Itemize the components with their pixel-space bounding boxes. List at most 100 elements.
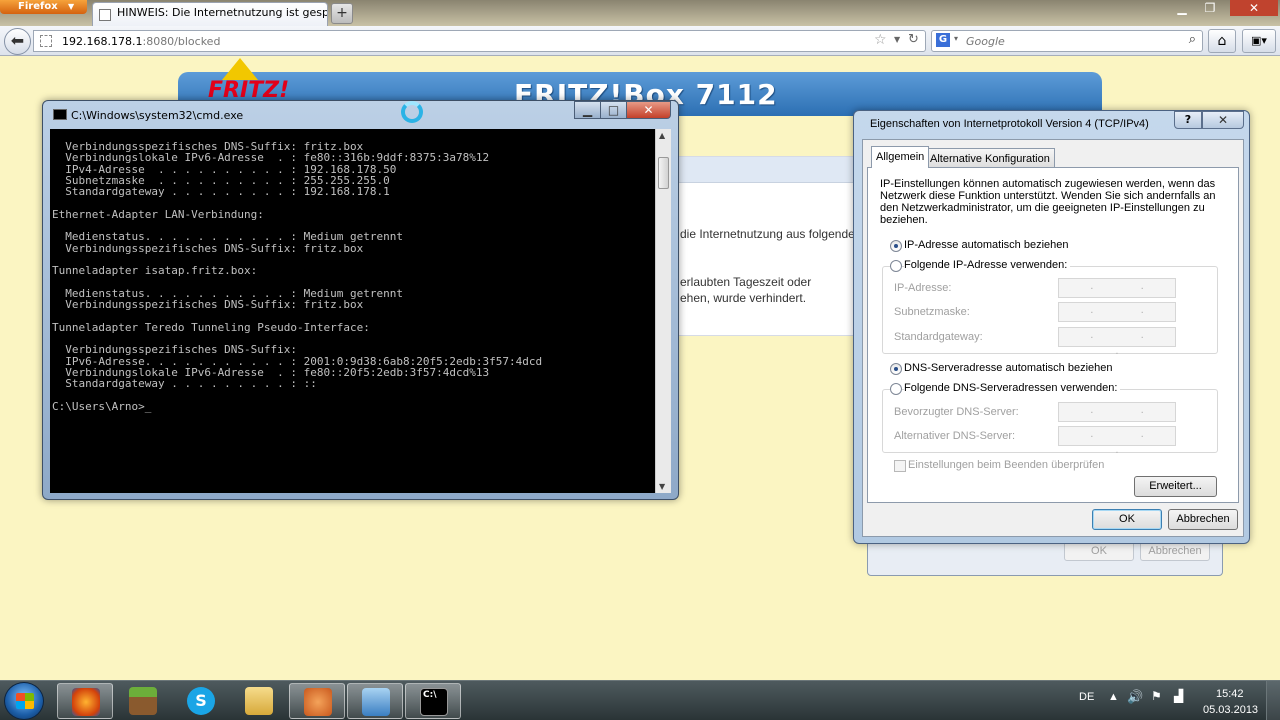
bookmarks-icon: ▣▾ xyxy=(1251,34,1267,47)
content-text-line3: ehen, wurde verhindert. xyxy=(680,291,807,305)
tab-allgemein[interactable]: Allgemein xyxy=(871,146,930,168)
explorer-icon xyxy=(245,687,273,715)
parent-cancel-button: Abbrechen xyxy=(1140,541,1210,561)
fritz-logo-triangle xyxy=(222,58,258,80)
gateway-label: Standardgateway: xyxy=(894,331,983,343)
taskbar-firefox[interactable] xyxy=(57,683,113,719)
dialog-title: Eigenschaften von Internetprotokoll Vers… xyxy=(870,118,1149,130)
scroll-thumb[interactable] xyxy=(658,157,669,189)
clock-time[interactable]: 15:42 xyxy=(1216,688,1244,700)
volume-icon[interactable]: 🔊 xyxy=(1127,689,1143,705)
cmd-maximize-button[interactable]: □ xyxy=(600,101,627,119)
history-dropdown-icon[interactable]: ▼ xyxy=(894,35,900,44)
ipv4-properties-dialog[interactable]: Eigenschaften von Internetprotokoll Vers… xyxy=(853,110,1250,544)
restore-icon[interactable]: ❐ xyxy=(1196,0,1224,16)
tab-title: HINWEIS: Die Internetnutzung ist gesperr… xyxy=(117,6,328,19)
close-icon: ✕ xyxy=(1217,113,1229,127)
close-icon[interactable]: ✕ xyxy=(1230,0,1278,16)
language-indicator[interactable]: DE xyxy=(1079,691,1094,703)
site-identity-icon[interactable] xyxy=(40,35,52,47)
cmd-window[interactable]: C:\Windows\system32\cmd.exe ▁ □ ✕ Verbin… xyxy=(42,100,679,500)
scroll-down-icon[interactable]: ▼ xyxy=(659,482,665,491)
home-button[interactable]: ⌂ xyxy=(1208,29,1236,53)
tray-expand-icon[interactable]: ▲ xyxy=(1108,691,1119,703)
clock-date[interactable]: 05.03.2013 xyxy=(1203,704,1258,716)
cmd-output: Verbindungsspezifisches DNS-Suffix: frit… xyxy=(52,140,543,413)
ip-auto-radio[interactable] xyxy=(890,240,902,252)
dialog-body: Allgemein Alternative Konfiguration IP-E… xyxy=(862,139,1244,537)
firefox-icon xyxy=(72,688,100,716)
reload-icon[interactable]: ↻ xyxy=(908,32,919,47)
search-input[interactable]: G ▾ Google ⌕ xyxy=(931,30,1203,52)
description-line: den Netzwerkadministrator, um die geeign… xyxy=(880,202,1205,214)
search-placeholder: Google xyxy=(966,35,1005,48)
general-tab-panel: IP-Einstellungen können automatisch zuge… xyxy=(867,167,1239,503)
preferred-dns-label: Bevorzugter DNS-Server: xyxy=(894,406,1019,418)
cmd-scrollbar[interactable]: ▲ ▼ xyxy=(655,129,671,493)
cmd-icon xyxy=(53,109,67,120)
cancel-button[interactable]: Abbrechen xyxy=(1168,509,1238,530)
minimize-icon: ▁ xyxy=(582,103,593,117)
cmd-title: C:\Windows\system32\cmd.exe xyxy=(71,109,244,122)
firefox-menu-label: Firefox xyxy=(18,1,58,12)
description-line: IP-Einstellungen können automatisch zuge… xyxy=(880,178,1216,190)
minimize-icon[interactable]: ▁ xyxy=(1168,0,1196,16)
tab-blocked[interactable]: HINWEIS: Die Internetnutzung ist gesperr… xyxy=(92,2,328,26)
description-line: Netzwerk diese Funktion unterstützt. Wen… xyxy=(880,190,1216,202)
ok-button[interactable]: OK xyxy=(1092,509,1162,530)
maximize-icon: □ xyxy=(607,103,620,117)
dns-manual-label[interactable]: Folgende DNS-Serveradressen verwenden: xyxy=(904,382,1121,394)
firefox-menu-button[interactable]: Firefox ▼ xyxy=(0,0,87,14)
cmd-console[interactable]: Verbindungsspezifisches DNS-Suffix: frit… xyxy=(50,129,665,493)
taskbar-minecraft[interactable] xyxy=(115,683,171,719)
start-button[interactable] xyxy=(4,682,44,720)
taskbar-explorer[interactable] xyxy=(231,683,287,719)
content-text-line1: die Internetnutzung aus folgende xyxy=(680,227,855,241)
new-tab-button[interactable]: + xyxy=(331,3,353,24)
dns-auto-label[interactable]: DNS-Serveradresse automatisch beziehen xyxy=(904,362,1113,374)
taskbar-network[interactable] xyxy=(347,683,403,719)
url-path: :8080/blocked xyxy=(142,35,221,48)
network-icon xyxy=(362,688,390,716)
content-text-line2: erlaubten Tageszeit oder xyxy=(680,275,812,289)
action-center-icon[interactable]: ⚑ xyxy=(1151,689,1162,703)
bookmarks-button[interactable]: ▣▾ xyxy=(1242,29,1276,53)
help-button[interactable]: ? xyxy=(1174,111,1202,129)
page-icon xyxy=(99,9,111,21)
browser-titlebar: Firefox ▼ HINWEIS: Die Internetnutzung is… xyxy=(0,0,1280,26)
windows-logo-icon-lower xyxy=(16,701,34,709)
cmd-minimize-button[interactable]: ▁ xyxy=(574,101,601,119)
validate-label[interactable]: Einstellungen beim Beenden überprüfen xyxy=(908,459,1104,471)
ip-address-label: IP-Adresse: xyxy=(894,282,952,294)
dns-auto-radio[interactable] xyxy=(890,363,902,375)
scroll-up-icon[interactable]: ▲ xyxy=(659,131,665,140)
ip-manual-label[interactable]: Folgende IP-Adresse verwenden: xyxy=(904,259,1071,271)
dialog-close-button[interactable]: ✕ xyxy=(1202,111,1244,129)
taskbar-cmd[interactable]: C:\ xyxy=(405,683,461,719)
show-desktop-button[interactable] xyxy=(1266,681,1280,720)
tab-alternative-konfiguration[interactable]: Alternative Konfiguration xyxy=(925,148,1055,168)
taskbar-skype[interactable]: S xyxy=(173,683,229,719)
cmd-close-button[interactable]: ✕ xyxy=(626,101,671,119)
ip-manual-radio[interactable] xyxy=(890,260,902,272)
search-icon[interactable]: ⌕ xyxy=(1189,32,1196,47)
validate-checkbox[interactable] xyxy=(894,460,906,472)
description-line: beziehen. xyxy=(880,214,928,226)
subnet-mask-label: Subnetzmaske: xyxy=(894,306,970,318)
url-host: 192.168.178.1 xyxy=(62,35,143,48)
network-status-icon[interactable]: ▟ xyxy=(1174,689,1183,703)
navigation-bar: ⬅ 192.168.178.1:8080/blocked ☆ ▼ ↻ G ▾ G… xyxy=(0,26,1280,56)
ip-auto-label[interactable]: IP-Adresse automatisch beziehen xyxy=(904,239,1068,251)
alternate-dns-label: Alternativer DNS-Server: xyxy=(894,430,1016,442)
alternate-dns-field: . . . xyxy=(1058,426,1176,456)
dns-manual-radio[interactable] xyxy=(890,383,902,395)
google-icon[interactable]: G xyxy=(936,33,950,47)
url-input[interactable]: 192.168.178.1:8080/blocked ☆ ▼ ↻ xyxy=(33,30,926,52)
taskbar-app-paw[interactable] xyxy=(289,683,345,719)
back-button[interactable]: ⬅ xyxy=(4,28,31,55)
bookmark-star-icon[interactable]: ☆ xyxy=(874,32,887,48)
advanced-button[interactable]: Erweitert... xyxy=(1134,476,1217,497)
back-arrow-icon: ⬅ xyxy=(10,31,25,50)
search-engine-dropdown-icon[interactable]: ▾ xyxy=(954,34,958,43)
parent-ok-button: OK xyxy=(1064,541,1134,561)
